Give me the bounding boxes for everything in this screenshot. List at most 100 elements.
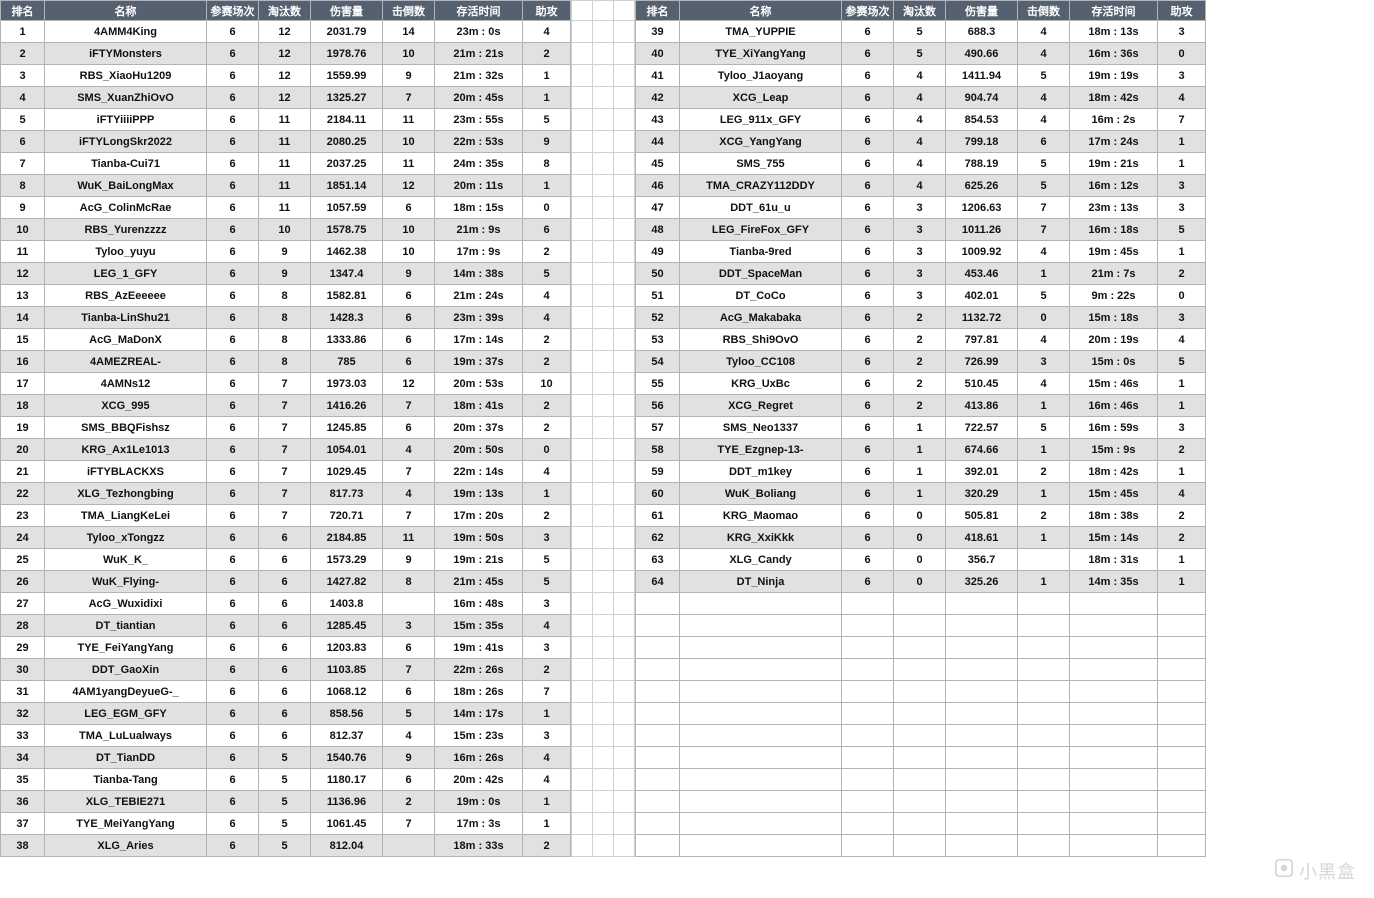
cell-rank: 47: [636, 197, 680, 219]
cell-matches: 6: [207, 549, 259, 571]
table-row: 30DDT_GaoXin661103.85722m : 26s2: [1, 659, 571, 681]
cell-kd: 8: [383, 571, 435, 593]
cell-elims: 1: [894, 439, 946, 461]
cell-survive: 22m : 53s: [435, 131, 523, 153]
cell-damage: 1061.45: [311, 813, 383, 835]
table-row: 10RBS_Yurenzzzz6101578.751021m : 9s6: [1, 219, 571, 241]
cell-damage: 1851.14: [311, 175, 383, 197]
cell-assist: 2: [523, 395, 571, 417]
cell-kd: 4: [383, 439, 435, 461]
cell-survive: 18m : 26s: [435, 681, 523, 703]
cell-survive: 20m : 50s: [435, 439, 523, 461]
cell-kd: 4: [1018, 109, 1070, 131]
cell-damage: 1427.82: [311, 571, 383, 593]
cell-rank: 28: [1, 615, 45, 637]
cell-assist: 2: [523, 329, 571, 351]
cell-matches: 6: [842, 263, 894, 285]
cell-damage: 1582.81: [311, 285, 383, 307]
cell-elims: 6: [259, 615, 311, 637]
cell-kd: 10: [383, 131, 435, 153]
cell-name: TYE_MeiYangYang: [45, 813, 207, 835]
table-row: 8WuK_BaiLongMax6111851.141220m : 11s1: [1, 175, 571, 197]
cell-matches: 6: [842, 131, 894, 153]
cell-assist: 4: [523, 461, 571, 483]
spacer-column: [571, 0, 635, 857]
cell-kd: 1: [1018, 263, 1070, 285]
table-row: 4SMS_XuanZhiOvO6121325.27720m : 45s1: [1, 87, 571, 109]
cell-kd: 6: [383, 417, 435, 439]
cell-damage: 325.26: [946, 571, 1018, 593]
cell-matches: 6: [207, 791, 259, 813]
cell-kd: 0: [1018, 307, 1070, 329]
cell-assist: 7: [523, 681, 571, 703]
cell-damage: 1103.85: [311, 659, 383, 681]
cell-elims: 8: [259, 351, 311, 373]
cell-elims: 3: [894, 219, 946, 241]
cell-assist: 2: [523, 505, 571, 527]
cell-assist: 2: [1158, 439, 1206, 461]
cell-rank: 37: [1, 813, 45, 835]
table-row: 52AcG_Makabaka621132.72015m : 18s3: [636, 307, 1206, 329]
cell-rank: 52: [636, 307, 680, 329]
cell-damage: 1057.59: [311, 197, 383, 219]
table-row: 63XLG_Candy60356.718m : 31s1: [636, 549, 1206, 571]
cell-kd: 10: [383, 241, 435, 263]
cell-elims: 8: [259, 285, 311, 307]
cell-elims: 4: [894, 175, 946, 197]
cell-assist: 3: [523, 527, 571, 549]
cell-elims: 2: [894, 395, 946, 417]
cell-elims: 4: [894, 87, 946, 109]
cell-rank: 24: [1, 527, 45, 549]
cell-matches: 6: [207, 21, 259, 43]
cell-elims: 0: [894, 505, 946, 527]
cell-survive: 14m : 17s: [435, 703, 523, 725]
cell-assist: 8: [523, 153, 571, 175]
cell-name: DT_Ninja: [680, 571, 842, 593]
cell-assist: 4: [523, 769, 571, 791]
table-row-empty: [636, 791, 1206, 813]
table-row: 37TYE_MeiYangYang651061.45717m : 3s1: [1, 813, 571, 835]
cell-rank: 62: [636, 527, 680, 549]
cell-matches: 6: [207, 637, 259, 659]
stats-table-left: 排名 名称 参赛场次 淘汰数 伤害量 击倒数 存活时间 助攻 14AMM4Kin…: [0, 0, 571, 857]
cell-matches: 6: [842, 571, 894, 593]
cell-survive: 17m : 3s: [435, 813, 523, 835]
cell-elims: 3: [894, 241, 946, 263]
cell-survive: 15m : 0s: [1070, 351, 1158, 373]
cell-damage: 722.57: [946, 417, 1018, 439]
cell-survive: 15m : 18s: [1070, 307, 1158, 329]
cell-kd: 7: [383, 87, 435, 109]
table-header-row: 排名 名称 参赛场次 淘汰数 伤害量 击倒数 存活时间 助攻: [1, 1, 571, 21]
cell-matches: 6: [207, 747, 259, 769]
cell-survive: 23m : 39s: [435, 307, 523, 329]
cell-matches: 6: [842, 153, 894, 175]
cell-rank: 54: [636, 351, 680, 373]
cell-name: SMS_BBQFishsz: [45, 417, 207, 439]
cell-name: KRG_XxiKkk: [680, 527, 842, 549]
cell-elims: 6: [259, 549, 311, 571]
table-row: 9AcG_ColinMcRae6111057.59618m : 15s0: [1, 197, 571, 219]
cell-kd: 5: [1018, 285, 1070, 307]
cell-matches: 6: [207, 769, 259, 791]
table-row: 62KRG_XxiKkk60418.61115m : 14s2: [636, 527, 1206, 549]
cell-elims: 7: [259, 395, 311, 417]
cell-damage: 854.53: [946, 109, 1018, 131]
cell-survive: 20m : 11s: [435, 175, 523, 197]
table-row: 49Tianba-9red631009.92419m : 45s1: [636, 241, 1206, 263]
cell-elims: 0: [894, 571, 946, 593]
cell-matches: 6: [207, 351, 259, 373]
cell-damage: 1540.76: [311, 747, 383, 769]
cell-matches: 6: [842, 197, 894, 219]
cell-rank: 8: [1, 175, 45, 197]
cell-elims: 5: [259, 769, 311, 791]
cell-rank: 3: [1, 65, 45, 87]
cell-damage: 418.61: [946, 527, 1018, 549]
table-row-empty: [636, 725, 1206, 747]
cell-rank: 59: [636, 461, 680, 483]
cell-name: iFTYiiiiPPP: [45, 109, 207, 131]
cell-survive: 19m : 50s: [435, 527, 523, 549]
cell-damage: 1206.63: [946, 197, 1018, 219]
cell-name: XLG_Aries: [45, 835, 207, 857]
cell-kd: 1: [1018, 483, 1070, 505]
cell-name: DT_CoCo: [680, 285, 842, 307]
